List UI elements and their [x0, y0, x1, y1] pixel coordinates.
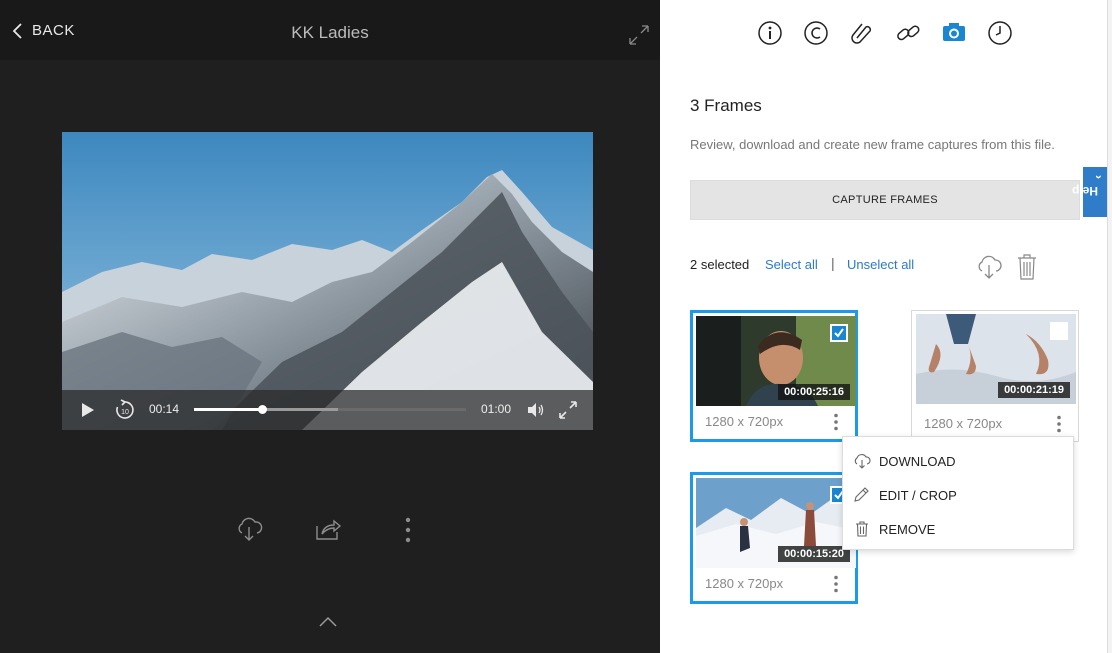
frame-timecode: 00:00:21:19 [998, 382, 1070, 398]
menu-item-label: EDIT / CROP [879, 487, 957, 503]
help-text: Help [1071, 184, 1098, 198]
frame-timecode: 00:00:15:20 [778, 546, 850, 562]
volume-icon[interactable] [526, 401, 546, 419]
frame-dimensions: 1280 x 720px [924, 416, 1003, 431]
more-icon[interactable] [404, 517, 412, 543]
play-icon[interactable] [80, 402, 96, 418]
seek-progress [194, 408, 262, 411]
current-time: 00:14 [149, 402, 180, 416]
frame-dimensions: 1280 x 720px [705, 576, 784, 591]
more-icon[interactable] [1056, 415, 1062, 433]
seek-handle[interactable] [258, 405, 267, 414]
frame-thumbnail: 00:00:21:19 [916, 314, 1076, 404]
history-icon[interactable] [987, 20, 1013, 46]
unselect-all-link[interactable]: Unselect all [847, 257, 914, 272]
page-title: KK Ladies [291, 23, 369, 42]
duration: 01:00 [481, 402, 512, 416]
menu-item-label: DOWNLOAD [879, 453, 956, 469]
cloud-download-icon[interactable] [976, 254, 1002, 280]
expand-icon[interactable] [628, 24, 650, 46]
video-player[interactable]: 10 00:14 01:00 [62, 132, 593, 430]
frame-checkbox[interactable] [830, 324, 848, 342]
menu-item-download[interactable]: DOWNLOAD [853, 450, 956, 472]
frame-checkbox[interactable] [1050, 322, 1068, 340]
help-label: Help › [1071, 175, 1106, 198]
share-icon[interactable] [314, 516, 342, 542]
scrollbar[interactable] [1107, 0, 1112, 653]
copyright-icon[interactable] [803, 20, 829, 46]
seek-bar[interactable] [194, 405, 466, 414]
video-frame-mountain [62, 132, 593, 430]
detail-tabs [660, 20, 1112, 48]
frame-card[interactable]: 00:00:21:19 1280 x 720px [911, 310, 1079, 442]
attachment-icon[interactable] [849, 20, 875, 46]
frame-timecode: 00:00:25:16 [778, 384, 850, 400]
info-icon[interactable] [757, 20, 783, 46]
frames-description: Review, download and create new frame ca… [690, 137, 1055, 152]
cloud-download-icon [854, 454, 871, 469]
trash-icon[interactable] [1017, 254, 1037, 280]
capture-frames-button[interactable]: CAPTURE FRAMES [690, 180, 1080, 220]
link-separator: | [831, 255, 835, 271]
frame-context-menu: DOWNLOAD EDIT / CROP REMOVE [842, 436, 1074, 550]
menu-item-label: REMOVE [879, 521, 936, 537]
frame-dimensions: 1280 x 720px [705, 414, 784, 429]
viewer-panel: BACK KK Ladies 10 00:14 01:00 [0, 0, 660, 653]
frame-thumbnail: 00:00:25:16 [696, 316, 856, 406]
frames-heading: 3 Frames [690, 96, 762, 115]
pencil-icon [854, 487, 869, 502]
chevron-up-icon[interactable] [318, 616, 338, 628]
selection-count: 2 selected [690, 257, 750, 272]
replay-10-icon[interactable]: 10 [114, 399, 136, 421]
more-icon[interactable] [833, 575, 839, 593]
check-icon [832, 326, 846, 340]
camera-icon[interactable] [941, 20, 967, 46]
video-controls: 10 00:14 01:00 [62, 390, 593, 430]
fullscreen-icon[interactable] [559, 401, 577, 419]
svg-text:10: 10 [121, 409, 129, 416]
menu-item-remove[interactable]: REMOVE [853, 518, 935, 540]
viewer-header: BACK KK Ladies [0, 0, 660, 60]
more-icon[interactable] [833, 413, 839, 431]
link-icon[interactable] [895, 20, 921, 46]
frame-card[interactable]: 00:00:25:16 1280 x 720px [690, 310, 858, 442]
trash-icon [856, 521, 868, 537]
frame-thumbnail: 00:00:15:20 [696, 478, 856, 568]
frame-card[interactable]: 00:00:15:20 1280 x 720px [690, 472, 858, 604]
menu-item-edit-crop[interactable]: EDIT / CROP [853, 484, 957, 506]
cloud-download-icon[interactable] [235, 516, 263, 542]
select-all-link[interactable]: Select all [765, 257, 818, 272]
